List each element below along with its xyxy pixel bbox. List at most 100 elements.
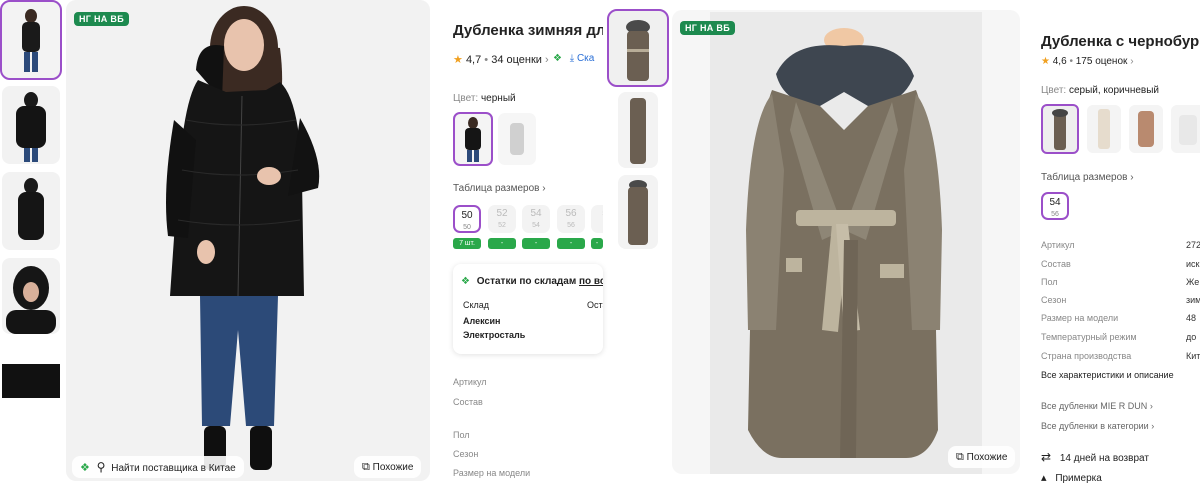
size-ru: 54 bbox=[530, 208, 542, 219]
category-link-label: Все дубленки в категории bbox=[1041, 421, 1149, 431]
attr-label: Сезон bbox=[1041, 295, 1067, 305]
brand-link[interactable]: Все дубленки MIE R DUN › bbox=[1041, 401, 1153, 411]
share-button[interactable]: ❖ ⤓ Ска bbox=[553, 53, 603, 64]
product-title: Дубленка зимняя длинн bbox=[453, 22, 603, 39]
attr-value: 48 bbox=[1186, 313, 1197, 323]
find-supplier-label: Найти поставщика в Китае bbox=[111, 463, 236, 474]
model-black-coat-image bbox=[166, 6, 320, 470]
color-swatch-4[interactable] bbox=[1171, 105, 1200, 153]
stock-pill: - bbox=[557, 238, 585, 249]
promo-badge: НГ НА ВБ bbox=[74, 12, 129, 26]
attr-label: Состав bbox=[1041, 259, 1071, 269]
thumbnail-image bbox=[16, 92, 46, 162]
brand-link-label: Все дубленки MIE R DUN bbox=[1041, 401, 1148, 411]
return-icon: ⇄ bbox=[1041, 450, 1052, 464]
stock-filter-dropdown[interactable]: по вс bbox=[579, 276, 603, 287]
attr-value: 272 bbox=[1186, 240, 1200, 250]
main-photo[interactable] bbox=[66, 0, 430, 481]
thumbnail-2[interactable] bbox=[2, 86, 60, 164]
color-swatch-2[interactable] bbox=[1087, 105, 1121, 153]
stock-pill: - bbox=[591, 238, 603, 249]
attr-label: Артикул bbox=[453, 377, 487, 387]
size-54[interactable]: 54 54 bbox=[522, 205, 550, 233]
swatch-image bbox=[1138, 111, 1154, 147]
size-ru: 56 bbox=[565, 208, 577, 219]
color-value: серый, коричневый bbox=[1068, 85, 1159, 96]
attr-label: Пол bbox=[453, 430, 470, 440]
attr-value: до bbox=[1186, 332, 1197, 342]
thumbnail-1[interactable] bbox=[0, 0, 62, 80]
size-table-link[interactable]: Таблица размеров › bbox=[453, 183, 546, 194]
warehouse-row: Алексин bbox=[463, 316, 501, 326]
color-swatch-black[interactable] bbox=[453, 112, 493, 166]
similar-button-right[interactable]: ⧉ Похожие bbox=[948, 446, 1016, 468]
size-50[interactable]: 50 50 bbox=[453, 205, 481, 233]
thumbnail-5[interactable] bbox=[2, 344, 60, 420]
all-specs-link[interactable]: Все характеристики и описание bbox=[1041, 370, 1174, 380]
stock-title: Остатки по складам bbox=[476, 276, 577, 287]
size-table-label: Таблица размеров bbox=[453, 183, 540, 194]
category-link[interactable]: Все дубленки в категории › bbox=[1041, 421, 1154, 431]
attr-label: Пол bbox=[1041, 277, 1058, 287]
find-supplier-button[interactable]: ❖ ⚲ Найти поставщика в Китае bbox=[72, 456, 244, 478]
similar-label: Похожие bbox=[966, 452, 1008, 463]
size-52[interactable]: 52 52 bbox=[488, 205, 516, 233]
stock-col-warehouse: Склад bbox=[463, 300, 490, 310]
size-56[interactable]: 56 56 bbox=[557, 205, 585, 233]
thumbnail-r3[interactable] bbox=[618, 175, 658, 249]
color-swatch-grey[interactable] bbox=[498, 113, 536, 165]
stock-col-remaining: Оста bbox=[587, 300, 603, 310]
reviews-count: 34 оценки bbox=[491, 54, 542, 66]
similar-button[interactable]: ⧉ Похожие bbox=[354, 456, 422, 478]
thumbnail-r1[interactable] bbox=[607, 9, 669, 87]
hanger-icon: ▴ bbox=[1041, 472, 1047, 484]
thumbnail-image bbox=[6, 266, 56, 334]
star-icon: ★ bbox=[453, 54, 463, 66]
size-58[interactable]: 5 5 bbox=[591, 205, 603, 233]
attr-label: Размер на модели bbox=[1041, 313, 1119, 323]
leaf-icon: ❖ bbox=[80, 462, 90, 474]
size-ru: 52 bbox=[496, 208, 508, 219]
attr-value: Же bbox=[1186, 277, 1200, 287]
color-label: Цвет: bbox=[453, 93, 479, 104]
rating-row[interactable]: ★ 4,7 • 34 оценки › bbox=[453, 53, 549, 66]
color-swatch-3[interactable] bbox=[1129, 105, 1163, 153]
color-label: Цвет: bbox=[1041, 85, 1067, 96]
thumbnail-image bbox=[18, 178, 44, 240]
leaf-icon: ❖ bbox=[553, 53, 562, 64]
attr-value: иск bbox=[1186, 259, 1200, 269]
swatch-image bbox=[1098, 109, 1110, 149]
swatch-image bbox=[465, 117, 481, 162]
attr-label: Сезон bbox=[453, 449, 479, 459]
attr-label: Размер на модели bbox=[453, 468, 531, 478]
size-ru: 54 bbox=[1049, 197, 1061, 208]
thumbnail-image bbox=[628, 180, 648, 245]
thumbnail-4[interactable] bbox=[2, 258, 60, 334]
chevron-right-icon: › bbox=[1130, 56, 1134, 67]
thumbnail-r2[interactable] bbox=[618, 92, 658, 168]
fitting-label: Примерка bbox=[1055, 473, 1102, 484]
main-photo-right[interactable] bbox=[672, 10, 1020, 474]
attr-value: зим bbox=[1186, 295, 1200, 305]
stock-panel: ❖ Остатки по складам по вс Склад Оста Ал… bbox=[453, 264, 603, 354]
attr-value: Кит bbox=[1186, 351, 1200, 361]
similar-icon: ⧉ bbox=[956, 451, 964, 463]
attr-label: Температурный режим bbox=[1041, 332, 1137, 342]
rating-value: 4,7 bbox=[465, 54, 482, 66]
size-eu: 5 bbox=[591, 220, 603, 232]
attr-label: Состав bbox=[453, 397, 483, 407]
thumbnail-3[interactable] bbox=[2, 172, 60, 250]
sheepskin-coat-image bbox=[710, 12, 982, 474]
size-54-right[interactable]: 54 56 bbox=[1041, 192, 1069, 220]
rating-row-right[interactable]: ★ 4,6 • 175 оценок › bbox=[1041, 56, 1134, 67]
stock-pill: 7 шт. bbox=[453, 238, 481, 249]
fitting-info[interactable]: ▴ Примерка bbox=[1041, 471, 1102, 484]
size-table-link-right[interactable]: Таблица размеров › bbox=[1041, 172, 1134, 183]
chevron-right-icon: › bbox=[545, 54, 549, 66]
similar-icon: ⧉ bbox=[362, 461, 370, 473]
color-swatch-1[interactable] bbox=[1041, 104, 1079, 154]
return-info[interactable]: ⇄ 14 дней на возврат bbox=[1041, 450, 1149, 464]
search-icon: ⚲ bbox=[96, 460, 106, 474]
reviews-count: 175 оценок bbox=[1075, 56, 1128, 67]
thumbnail-image bbox=[630, 98, 646, 164]
